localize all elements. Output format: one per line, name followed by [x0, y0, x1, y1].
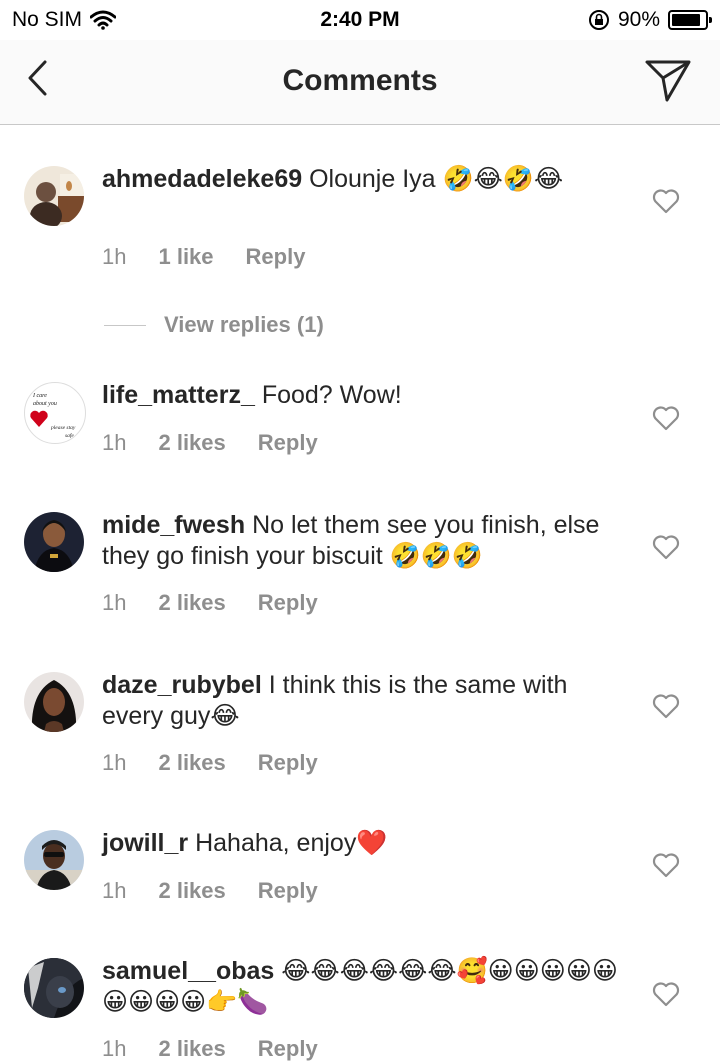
avatar[interactable]: I care about you please stay safe [24, 382, 86, 444]
paper-plane-icon[interactable] [644, 56, 692, 104]
comment-meta: 1h 2 likes Reply [102, 1036, 318, 1062]
comment-meta: 1h 2 likes Reply [102, 750, 318, 776]
comment-time: 1h [102, 750, 127, 775]
reply-button[interactable]: Reply [258, 1036, 318, 1062]
comment-text: daze_rubybel I think this is the same wi… [102, 670, 622, 732]
heart-icon[interactable] [652, 188, 680, 214]
comment-username[interactable]: samuel__obas [102, 957, 274, 985]
orientation-lock-icon [588, 10, 609, 30]
comment-body: Hahaha, enjoy❤️ [195, 829, 388, 857]
comment-meta: 1h 2 likes Reply [102, 430, 318, 456]
heart-icon[interactable] [652, 852, 680, 878]
heart-icon[interactable] [652, 405, 680, 431]
avatar-text: I care [32, 393, 47, 399]
comment-likes[interactable]: 2 likes [158, 750, 225, 776]
comment-meta: 1h 2 likes Reply [102, 590, 318, 616]
comment-text: ahmedadeleke69 Olounje Iya 🤣😂🤣😂 [102, 164, 622, 195]
comment-likes[interactable]: 2 likes [158, 590, 225, 616]
reply-button[interactable]: Reply [258, 750, 318, 776]
heart-icon[interactable] [652, 693, 680, 719]
comment-likes[interactable]: 1 like [158, 244, 213, 270]
reply-button[interactable]: Reply [246, 244, 306, 270]
battery-percent: 90% [617, 8, 660, 31]
avatar-text: safe [65, 432, 74, 439]
comment-body: Food? Wow! [261, 381, 402, 409]
heart-icon[interactable] [652, 981, 680, 1007]
comment-time: 1h [102, 878, 127, 903]
avatar[interactable] [24, 672, 84, 732]
comment-username[interactable]: life_matterz_ [102, 381, 255, 409]
comment-time: 1h [102, 430, 127, 455]
comment-body: Olounje Iya 🤣😂🤣😂 [309, 165, 564, 193]
divider [104, 324, 146, 326]
view-replies-button[interactable]: View replies (1) [104, 312, 324, 338]
comment-username[interactable]: jowill_r [102, 829, 188, 857]
reply-button[interactable]: Reply [258, 590, 318, 616]
reply-button[interactable]: Reply [258, 430, 318, 456]
comment-time: 1h [102, 1036, 127, 1061]
comment-likes[interactable]: 2 likes [158, 878, 225, 904]
comment-username[interactable]: mide_fwesh [102, 511, 245, 539]
avatar[interactable] [24, 830, 84, 890]
comment-username[interactable]: daze_rubybel [102, 671, 262, 699]
comment-text: jowill_r Hahaha, enjoy❤️ [102, 828, 622, 859]
comment-text: mide_fwesh No let them see you finish, e… [102, 510, 622, 572]
status-bar: No SIM 2:40 PM 90% [0, 0, 720, 40]
comment-meta: 1h 2 likes Reply [102, 878, 318, 904]
nav-bar: Comments [0, 40, 720, 125]
battery-fill [672, 14, 701, 26]
comment-likes[interactable]: 2 likes [158, 1036, 225, 1062]
avatar[interactable] [24, 958, 84, 1018]
comment-likes[interactable]: 2 likes [158, 430, 225, 456]
comment-text: samuel__obas 😂😂😂😂😂😂🥰😀😀😀😀😀😀😀😀😀👉🍆 [102, 956, 622, 1018]
comment-time: 1h [102, 590, 127, 615]
view-replies-label: View replies (1) [164, 312, 324, 337]
comment-text: life_matterz_ Food? Wow! [102, 380, 622, 411]
comment-username[interactable]: ahmedadeleke69 [102, 165, 302, 193]
battery-tip [709, 17, 712, 23]
heart-icon[interactable] [652, 534, 680, 560]
comment-meta: 1h 1 like Reply [102, 244, 305, 270]
comment-time: 1h [102, 244, 127, 269]
reply-button[interactable]: Reply [258, 878, 318, 904]
avatar[interactable] [24, 512, 84, 572]
battery-icon [668, 10, 712, 30]
avatar-text: about you [33, 401, 57, 407]
avatar-text: please stay [50, 425, 76, 431]
avatar[interactable] [24, 166, 84, 226]
page-title: Comments [282, 64, 438, 97]
status-right: 90% [588, 8, 712, 32]
